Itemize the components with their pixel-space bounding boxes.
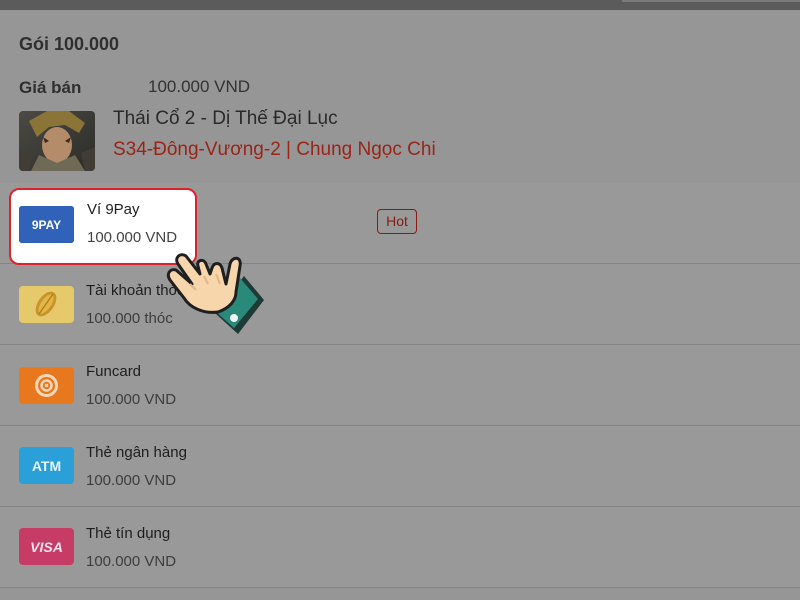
visa-card-icon: VISA — [19, 528, 74, 565]
game-avatar — [19, 111, 95, 171]
method-amount: 100.000 VND — [86, 472, 177, 489]
payment-method-thoc[interactable]: Tài khoản thóc 100.000 thóc — [0, 264, 800, 345]
rice-grain-icon — [19, 286, 74, 323]
top-bar — [0, 0, 800, 10]
package-title: Gói 100.000 — [19, 34, 120, 54]
server-name: S34-Đông-Vương-2 | Chung Ngọc Chi — [113, 139, 436, 160]
method-name: Ví 9Pay — [87, 201, 140, 218]
funcard-swirl-icon — [19, 367, 74, 404]
pointing-hand-icon — [160, 236, 270, 346]
method-name: Thẻ ngân hàng — [86, 444, 187, 461]
payment-method-funcard[interactable]: Funcard 100.000 VND — [0, 345, 800, 426]
price-value: 100.000 VND — [148, 77, 251, 96]
method-amount: 100.000 VND — [86, 391, 177, 408]
game-name: Thái Cổ 2 - Dị Thế Đại Lục — [113, 108, 338, 129]
9pay-logo-icon: 9PAY — [19, 206, 74, 243]
9pay-logo-text: 9PAY — [32, 218, 61, 232]
visa-logo-text: VISA — [30, 539, 63, 555]
method-amount: 100.000 VND — [86, 553, 177, 570]
hot-badge: Hot — [377, 209, 417, 234]
method-name: Thẻ tín dụng — [86, 525, 171, 542]
method-name: Funcard — [86, 363, 142, 380]
atm-logo-text: ATM — [32, 458, 61, 474]
payment-method-atm[interactable]: ATM Thẻ ngân hàng 100.000 VND — [0, 426, 800, 507]
top-tab-strip — [622, 0, 800, 2]
payment-method-credit-card[interactable]: VISA Thẻ tín dụng 100.000 VND — [0, 507, 800, 588]
atm-card-icon: ATM — [19, 447, 74, 484]
price-label: Giá bán — [19, 78, 82, 97]
